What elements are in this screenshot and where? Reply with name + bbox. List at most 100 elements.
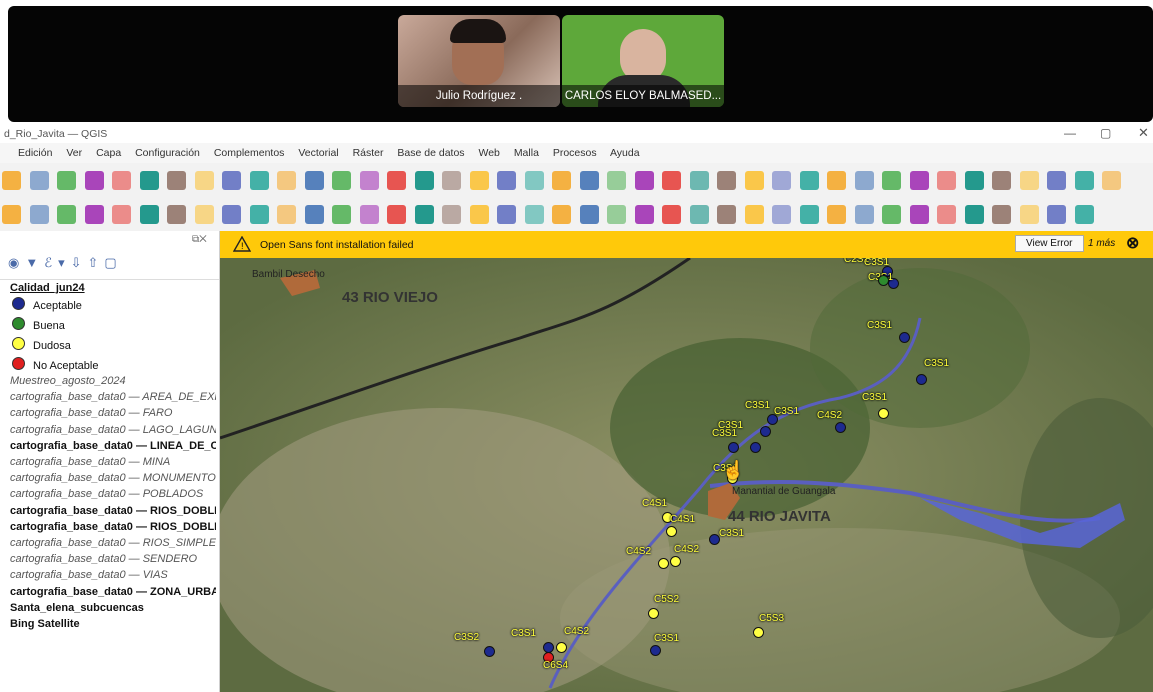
menu-base-de-datos[interactable]: Base de datos bbox=[397, 147, 464, 159]
add-postgis-icon[interactable] bbox=[854, 205, 874, 224]
sample-point[interactable] bbox=[648, 608, 659, 619]
refresh-icon[interactable] bbox=[469, 171, 489, 190]
deselect-icon[interactable] bbox=[552, 171, 571, 190]
layer-item[interactable]: cartografia_base_data0 — AREA_DE_EXP bbox=[10, 391, 216, 403]
field-calculator-icon[interactable] bbox=[579, 171, 599, 190]
more-messages-link[interactable]: 1 más bbox=[1088, 238, 1115, 249]
pan-icon[interactable] bbox=[139, 171, 159, 190]
layer-item[interactable]: cartografia_base_data0 — MINA bbox=[10, 456, 216, 468]
cut-icon[interactable] bbox=[1047, 205, 1066, 224]
zoom-last-icon[interactable] bbox=[1074, 171, 1094, 190]
layer-item[interactable]: cartografia_base_data0 — RIOS_DOBLES bbox=[10, 521, 216, 533]
add-vector-icon[interactable] bbox=[57, 205, 76, 224]
sample-point[interactable] bbox=[899, 332, 910, 343]
layer-group-calidad[interactable]: Calidad_jun24 bbox=[10, 282, 85, 294]
participant-tile-2[interactable]: CARLOS ELOY BALMASED... bbox=[562, 15, 724, 107]
menu-capa[interactable]: Capa bbox=[96, 147, 121, 159]
layer-item[interactable]: cartografia_base_data0 — POBLADOS bbox=[10, 488, 216, 500]
zoom-selection-icon[interactable] bbox=[1047, 171, 1066, 190]
print-layout-icon[interactable] bbox=[84, 171, 104, 190]
select-icon[interactable] bbox=[524, 171, 544, 190]
add-postgis-icon[interactable] bbox=[139, 205, 159, 224]
style-manager-icon[interactable] bbox=[854, 171, 874, 190]
zoom-out-icon[interactable] bbox=[222, 171, 241, 190]
undo-icon[interactable] bbox=[414, 205, 434, 224]
cut-icon[interactable] bbox=[332, 205, 351, 224]
layer-item[interactable]: Muestreo_agosto_2024 bbox=[10, 375, 216, 387]
layer-item[interactable]: cartografia_base_data0 — RIOS_DOBLE_II bbox=[10, 505, 216, 517]
add-layer-icon[interactable] bbox=[744, 205, 764, 224]
temporal-icon[interactable] bbox=[442, 171, 461, 190]
delete-icon[interactable] bbox=[304, 205, 324, 224]
layer-item[interactable]: cartografia_base_data0 — LAGO_LAGUN bbox=[10, 424, 216, 436]
toggle-editing-icon[interactable] bbox=[194, 205, 214, 224]
layer-tools-icons[interactable]: ◉▼ℰ▾⇩⇧▢ bbox=[8, 255, 123, 271]
save-icon[interactable] bbox=[772, 171, 791, 190]
add-raster-icon[interactable] bbox=[799, 205, 819, 224]
zoom-layer-icon[interactable] bbox=[1019, 171, 1039, 190]
help-icon[interactable] bbox=[689, 205, 709, 224]
label-move-icon[interactable] bbox=[552, 205, 571, 224]
copy-icon[interactable] bbox=[1074, 205, 1094, 224]
vertex-tool-icon[interactable] bbox=[277, 205, 296, 224]
zoom-last-icon[interactable] bbox=[332, 171, 351, 190]
add-spatialite-icon[interactable] bbox=[827, 205, 846, 224]
sample-point[interactable] bbox=[835, 422, 846, 433]
label-rotate-icon[interactable] bbox=[579, 205, 599, 224]
sample-point[interactable] bbox=[878, 275, 889, 286]
digitize-icon[interactable] bbox=[2, 205, 21, 224]
maximize-icon[interactable]: ▢ bbox=[1100, 126, 1111, 140]
add-raster-icon[interactable] bbox=[84, 205, 104, 224]
current-edits-icon[interactable] bbox=[167, 205, 186, 224]
menu-ver[interactable]: Ver bbox=[66, 147, 82, 159]
panel-float-close-icon[interactable]: ⧉✕ bbox=[192, 234, 207, 245]
new-project-icon[interactable] bbox=[744, 171, 764, 190]
delete-icon[interactable] bbox=[1019, 205, 1039, 224]
menu-procesos[interactable]: Procesos bbox=[553, 147, 597, 159]
close-icon[interactable]: ✕ bbox=[1138, 125, 1149, 141]
zoom-full-icon[interactable] bbox=[249, 171, 269, 190]
minimize-icon[interactable]: — bbox=[1064, 126, 1076, 140]
sample-point[interactable] bbox=[484, 646, 495, 657]
sample-point[interactable] bbox=[753, 627, 764, 638]
label-show-icon[interactable] bbox=[524, 205, 544, 224]
sample-point[interactable] bbox=[728, 442, 739, 453]
view-error-button[interactable]: View Error bbox=[1015, 235, 1084, 252]
label-icon[interactable] bbox=[469, 205, 489, 224]
add-vector-icon[interactable] bbox=[772, 205, 791, 224]
pan-to-selection-icon[interactable] bbox=[167, 171, 186, 190]
dismiss-message-icon[interactable]: ⊗ bbox=[1126, 233, 1139, 253]
label-change-icon[interactable] bbox=[607, 205, 626, 224]
sample-point[interactable] bbox=[650, 645, 661, 656]
sample-point[interactable] bbox=[556, 642, 567, 653]
zoom-full-icon[interactable] bbox=[992, 171, 1011, 190]
plugin-icon[interactable] bbox=[634, 205, 654, 224]
paste-icon[interactable] bbox=[387, 205, 406, 224]
toggle-editing-icon[interactable] bbox=[909, 205, 929, 224]
zoom-layer-icon[interactable] bbox=[277, 171, 296, 190]
sample-point[interactable] bbox=[760, 426, 771, 437]
sample-point[interactable] bbox=[658, 558, 669, 569]
zoom-next-icon[interactable] bbox=[359, 171, 379, 190]
layer-item[interactable]: cartografia_base_data0 — ZONA_URBANA bbox=[10, 586, 216, 598]
menu-malla[interactable]: Malla bbox=[514, 147, 539, 159]
menu-ayuda[interactable]: Ayuda bbox=[610, 147, 640, 159]
layer-item[interactable]: Bing Satellite bbox=[10, 618, 216, 630]
sample-point[interactable] bbox=[750, 442, 761, 453]
current-edits-icon[interactable] bbox=[882, 205, 901, 224]
layer-item[interactable]: cartografia_base_data0 — LINEA_DE_COST bbox=[10, 440, 216, 452]
add-feature-icon[interactable] bbox=[964, 205, 984, 224]
save-icon[interactable] bbox=[29, 171, 49, 190]
layer-item[interactable]: cartografia_base_data0 — VIAS bbox=[10, 569, 216, 581]
menu-edicion[interactable]: Edición bbox=[18, 147, 52, 159]
zoom-next-icon[interactable] bbox=[1102, 171, 1121, 190]
layer-item[interactable]: cartografia_base_data0 — SENDERO bbox=[10, 553, 216, 565]
print-layout-icon[interactable] bbox=[827, 171, 846, 190]
copy-icon[interactable] bbox=[359, 205, 379, 224]
new-map-view-icon[interactable] bbox=[387, 171, 406, 190]
settings-icon[interactable] bbox=[717, 171, 736, 190]
digitize-icon[interactable] bbox=[717, 205, 736, 224]
annotation-icon[interactable] bbox=[689, 171, 709, 190]
menu-web[interactable]: Web bbox=[478, 147, 499, 159]
zoom-out-icon[interactable] bbox=[964, 171, 984, 190]
